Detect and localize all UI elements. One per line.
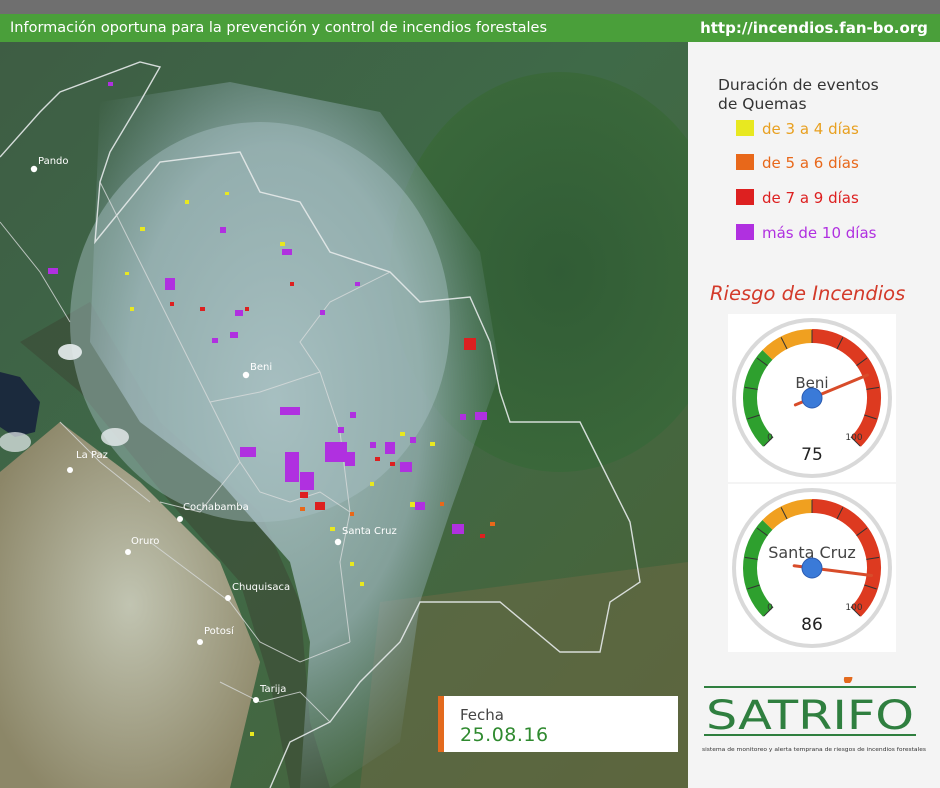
legend-swatch-orange [736, 154, 754, 170]
map-svg: Pando Beni La Paz Cochabamba Oruro Santa… [0, 42, 688, 788]
legend-item-7-9-days: de 7 a 9 días [736, 187, 859, 209]
legend-title-line1: Duración de eventos [718, 76, 879, 94]
satellite-map[interactable]: Pando Beni La Paz Cochabamba Oruro Santa… [0, 42, 688, 788]
header-title: Información oportuna para la prevención … [0, 14, 688, 42]
satrifo-logo: SATRIFO sistema de monitoreo y alerta te… [700, 667, 930, 777]
legend-swatch-yellow [736, 120, 754, 136]
legend-label: de 7 a 9 días [762, 189, 859, 207]
gauge-value: 75 [801, 445, 823, 465]
legend-item-3-4-days: de 3 a 4 días [736, 118, 859, 140]
risk-title: Riesgo de Incendios [710, 282, 906, 305]
city-label-pando: Pando [38, 156, 69, 167]
date-value: 25.08.16 [460, 724, 549, 746]
legend-label: de 5 a 6 días [762, 154, 859, 172]
legend-title: Duración de eventos de Quemas [718, 76, 928, 114]
city-label-oruro: Oruro [131, 536, 159, 547]
gauge-min-label: 0 [767, 433, 773, 443]
gauge-santa-cruz-dial: Santa Cruz0 10086 [732, 488, 892, 648]
gauge-beni-dial: Beni0 10075 [732, 318, 892, 478]
city-label-cochabamba: Cochabamba [183, 502, 249, 513]
gauge-min-label: 0 [767, 603, 773, 613]
gauge-santa-cruz: Santa Cruz 0 100 86 [728, 484, 896, 652]
gauge-max-label: 100 [845, 603, 862, 613]
legend-item-5-6-days: de 5 a 6 días [736, 152, 859, 174]
flame-icon [843, 667, 853, 683]
legend-swatch-red [736, 189, 754, 205]
gauge-value: 86 [801, 615, 823, 635]
top-strip [0, 0, 940, 14]
city-label-potosi: Potosí [204, 625, 235, 637]
gauge-hub [801, 387, 823, 409]
gauge-max-label: 100 [845, 433, 862, 443]
gauge-hub [801, 557, 823, 579]
city-label-santa-cruz: Santa Cruz [342, 526, 397, 537]
date-label: Fecha [460, 706, 504, 724]
satrifo-logo-svg: SATRIFO sistema de monitoreo y alerta te… [702, 667, 926, 753]
legend-title-line2: de Quemas [718, 95, 807, 113]
legend-item-10-plus-days: más de 10 días [736, 222, 876, 244]
logo-wordmark: SATRIFO [706, 693, 914, 739]
city-label-chuquisaca: Chuquisaca [232, 582, 290, 593]
info-panel: Duración de eventos de Quemas de 3 a 4 d… [688, 42, 940, 788]
date-accent-bar [438, 696, 444, 752]
city-label-beni: Beni [250, 362, 272, 373]
legend-swatch-purple [736, 224, 754, 240]
legend-label: de 3 a 4 días [762, 120, 859, 138]
legend-label: más de 10 días [762, 224, 877, 242]
header-url[interactable]: http://incendios.fan-bo.org [688, 14, 940, 42]
city-label-la-paz: La Paz [76, 450, 108, 461]
logo-tagline: sistema de monitoreo y alerta temprana d… [702, 747, 926, 753]
city-label-tarija: Tarija [259, 684, 286, 695]
date-box: Fecha 25.08.16 [438, 696, 678, 752]
gauge-beni: Beni 0 100 75 [728, 314, 896, 482]
